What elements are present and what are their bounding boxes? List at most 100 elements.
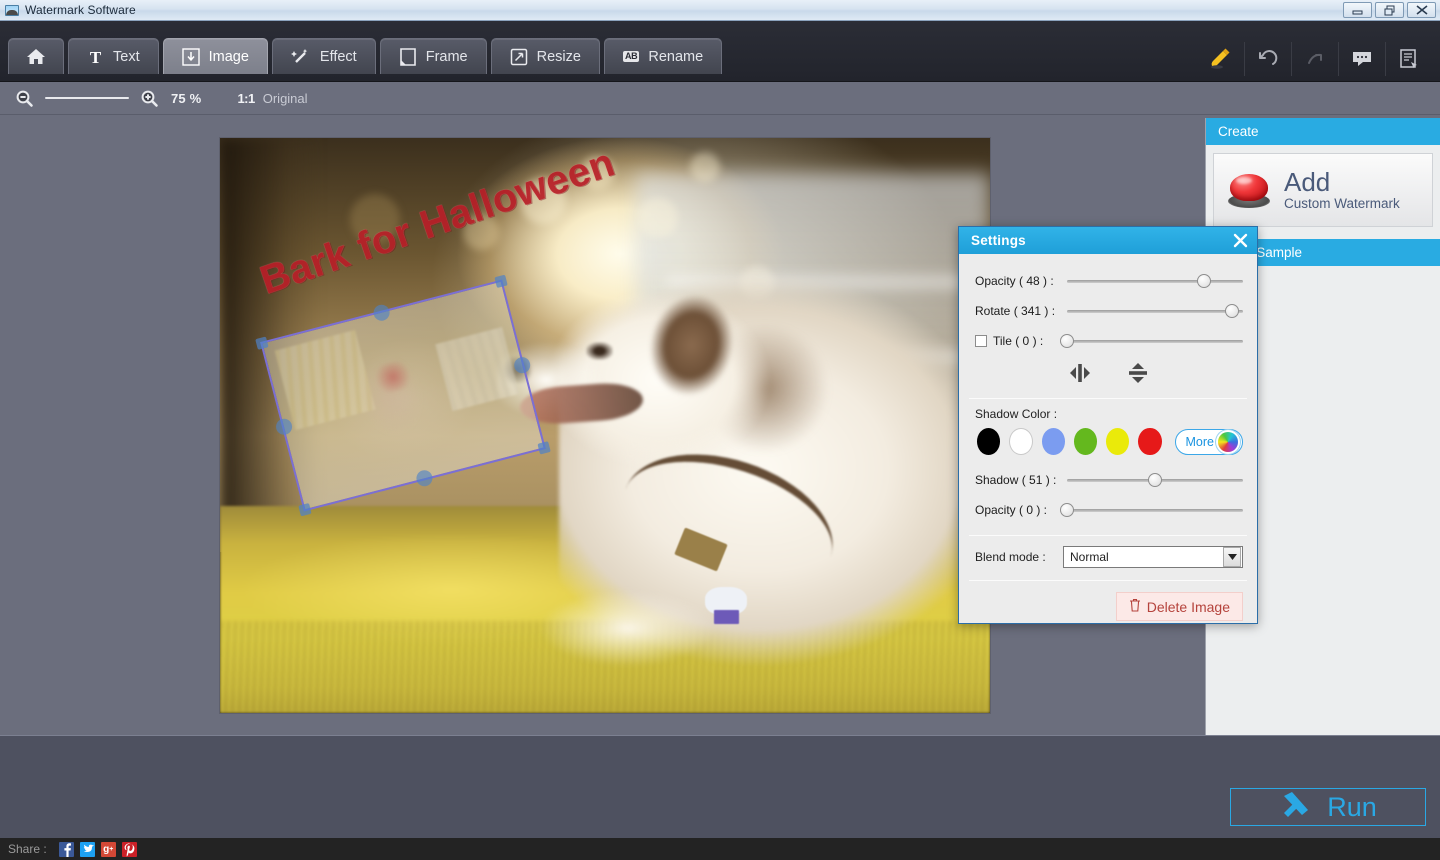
run-button[interactable]: Run (1230, 788, 1426, 826)
rotate-slider[interactable] (1067, 303, 1243, 319)
swatch-yellow[interactable] (1106, 428, 1129, 455)
redo-icon[interactable] (1291, 42, 1338, 76)
create-header: Create (1206, 118, 1440, 145)
add-custom-watermark-button[interactable]: Add Custom Watermark (1213, 153, 1433, 227)
zoom-percent: 75 % (171, 91, 201, 106)
share-label: Share : (8, 842, 47, 856)
facebook-icon[interactable] (59, 842, 74, 857)
twitter-icon[interactable] (80, 842, 95, 857)
window-title: Watermark Software (25, 3, 136, 17)
rainbow-color-picker-icon (1218, 432, 1238, 452)
trash-icon (1129, 598, 1141, 615)
image-canvas[interactable]: Bark for Halloween (220, 138, 990, 713)
opacity-row: Opacity ( 48 ) : (975, 266, 1243, 296)
more-colors-label: More (1186, 435, 1214, 449)
add-subtitle: Custom Watermark (1284, 196, 1400, 211)
more-colors-button[interactable]: More (1175, 429, 1243, 455)
share-bar: Share : g+ (0, 838, 1440, 860)
shadow-color-label: Shadow Color : (975, 407, 1243, 421)
window-controls (1343, 2, 1436, 18)
brush-tool-icon[interactable] (1197, 42, 1244, 76)
tab-effect[interactable]: Effect (272, 38, 376, 74)
swatch-blue[interactable] (1042, 428, 1065, 455)
zoom-in-icon[interactable] (140, 89, 159, 108)
tab-rename-label: Rename (648, 49, 703, 65)
resize-icon (510, 48, 528, 66)
tab-frame[interactable]: Frame (380, 38, 487, 74)
tab-rename[interactable]: AB Rename (604, 38, 722, 74)
swatch-black[interactable] (977, 428, 1000, 455)
run-arrow-icon (1279, 790, 1313, 825)
blend-mode-row: Blend mode : Normal (959, 536, 1257, 580)
shadow-section: Shadow Color : More Shadow ( 51 ) : (959, 399, 1257, 535)
close-icon[interactable] (1233, 233, 1248, 248)
title-bar: Watermark Software (0, 0, 1440, 21)
add-title: Add (1284, 169, 1400, 196)
flip-vertical-icon[interactable] (1123, 362, 1153, 384)
zoom-ratio-label[interactable]: 1:1 (237, 91, 254, 106)
tab-text[interactable]: T Text (68, 38, 159, 74)
blend-mode-select[interactable]: Normal (1063, 546, 1243, 568)
transform-section: Opacity ( 48 ) : Rotate ( 341 ) : Tile (… (959, 254, 1257, 398)
svg-text:T: T (90, 48, 102, 66)
handle-corner-tl[interactable] (255, 336, 268, 349)
chevron-down-icon[interactable] (1223, 547, 1241, 567)
pinterest-icon[interactable] (122, 842, 137, 857)
undo-icon[interactable] (1244, 42, 1291, 76)
shadow-row: Shadow ( 51 ) : (975, 465, 1243, 495)
tab-bar: T Text Image Effect Frame (8, 38, 722, 74)
blend-mode-value: Normal (1070, 550, 1109, 564)
tab-text-label: Text (113, 49, 140, 65)
tab-resize-label: Resize (537, 49, 581, 65)
swatch-red[interactable] (1138, 428, 1161, 455)
app-window: Watermark Software T (0, 0, 1440, 860)
tile-slider[interactable] (1067, 333, 1243, 349)
zoom-out-icon[interactable] (15, 89, 34, 108)
frame-icon (399, 48, 417, 66)
close-button[interactable] (1407, 2, 1436, 18)
document-list-icon[interactable] (1385, 42, 1432, 76)
flip-horizontal-icon[interactable] (1065, 362, 1095, 384)
shadow-opacity-label: Opacity ( 0 ) : (975, 503, 1063, 517)
settings-title: Settings (971, 233, 1026, 248)
tab-image-label: Image (209, 49, 249, 65)
opacity-label: Opacity ( 48 ) : (975, 274, 1063, 288)
settings-dialog: Settings Opacity ( 48 ) : Rotate ( 341 )… (958, 226, 1258, 624)
main-toolbar: T Text Image Effect Frame (0, 21, 1440, 82)
home-icon (25, 47, 47, 66)
delete-image-button[interactable]: Delete Image (1116, 592, 1243, 621)
run-label: Run (1327, 792, 1377, 823)
google-plus-icon[interactable]: g+ (101, 842, 116, 857)
image-icon (182, 48, 200, 66)
swatch-green[interactable] (1074, 428, 1097, 455)
flip-buttons (975, 362, 1243, 388)
tab-image[interactable]: Image (163, 38, 268, 74)
restore-button[interactable] (1375, 2, 1404, 18)
tile-label: Tile ( 0 ) : (993, 334, 1043, 348)
comment-icon[interactable] (1338, 42, 1385, 76)
delete-row: Delete Image (959, 581, 1257, 621)
tab-home[interactable] (8, 38, 64, 74)
opacity-slider[interactable] (1067, 273, 1243, 289)
settings-title-bar: Settings (959, 227, 1257, 254)
bottom-bar: Run (0, 735, 1440, 838)
shadow-opacity-row: Opacity ( 0 ) : (975, 495, 1243, 525)
minimize-button[interactable] (1343, 2, 1372, 18)
tab-effect-label: Effect (320, 49, 357, 65)
tab-resize[interactable]: Resize (491, 38, 600, 74)
tile-label-wrap: Tile ( 0 ) : (975, 334, 1063, 348)
rotate-label: Rotate ( 341 ) : (975, 304, 1063, 318)
delete-image-label: Delete Image (1147, 599, 1230, 615)
shadow-label: Shadow ( 51 ) : (975, 473, 1063, 487)
shadow-opacity-slider[interactable] (1067, 502, 1243, 518)
tab-frame-label: Frame (426, 49, 468, 65)
text-t-icon: T (87, 48, 104, 66)
toolbar-right-tools (1197, 41, 1432, 77)
zoom-original-label[interactable]: Original (263, 91, 308, 106)
blend-mode-label: Blend mode : (975, 550, 1063, 564)
tile-checkbox[interactable] (975, 335, 987, 347)
swatch-white[interactable] (1009, 428, 1032, 455)
shadow-slider[interactable] (1067, 472, 1243, 488)
zoom-slider[interactable] (45, 97, 129, 99)
zoom-bar: 75 % 1:1 Original (0, 82, 1440, 115)
